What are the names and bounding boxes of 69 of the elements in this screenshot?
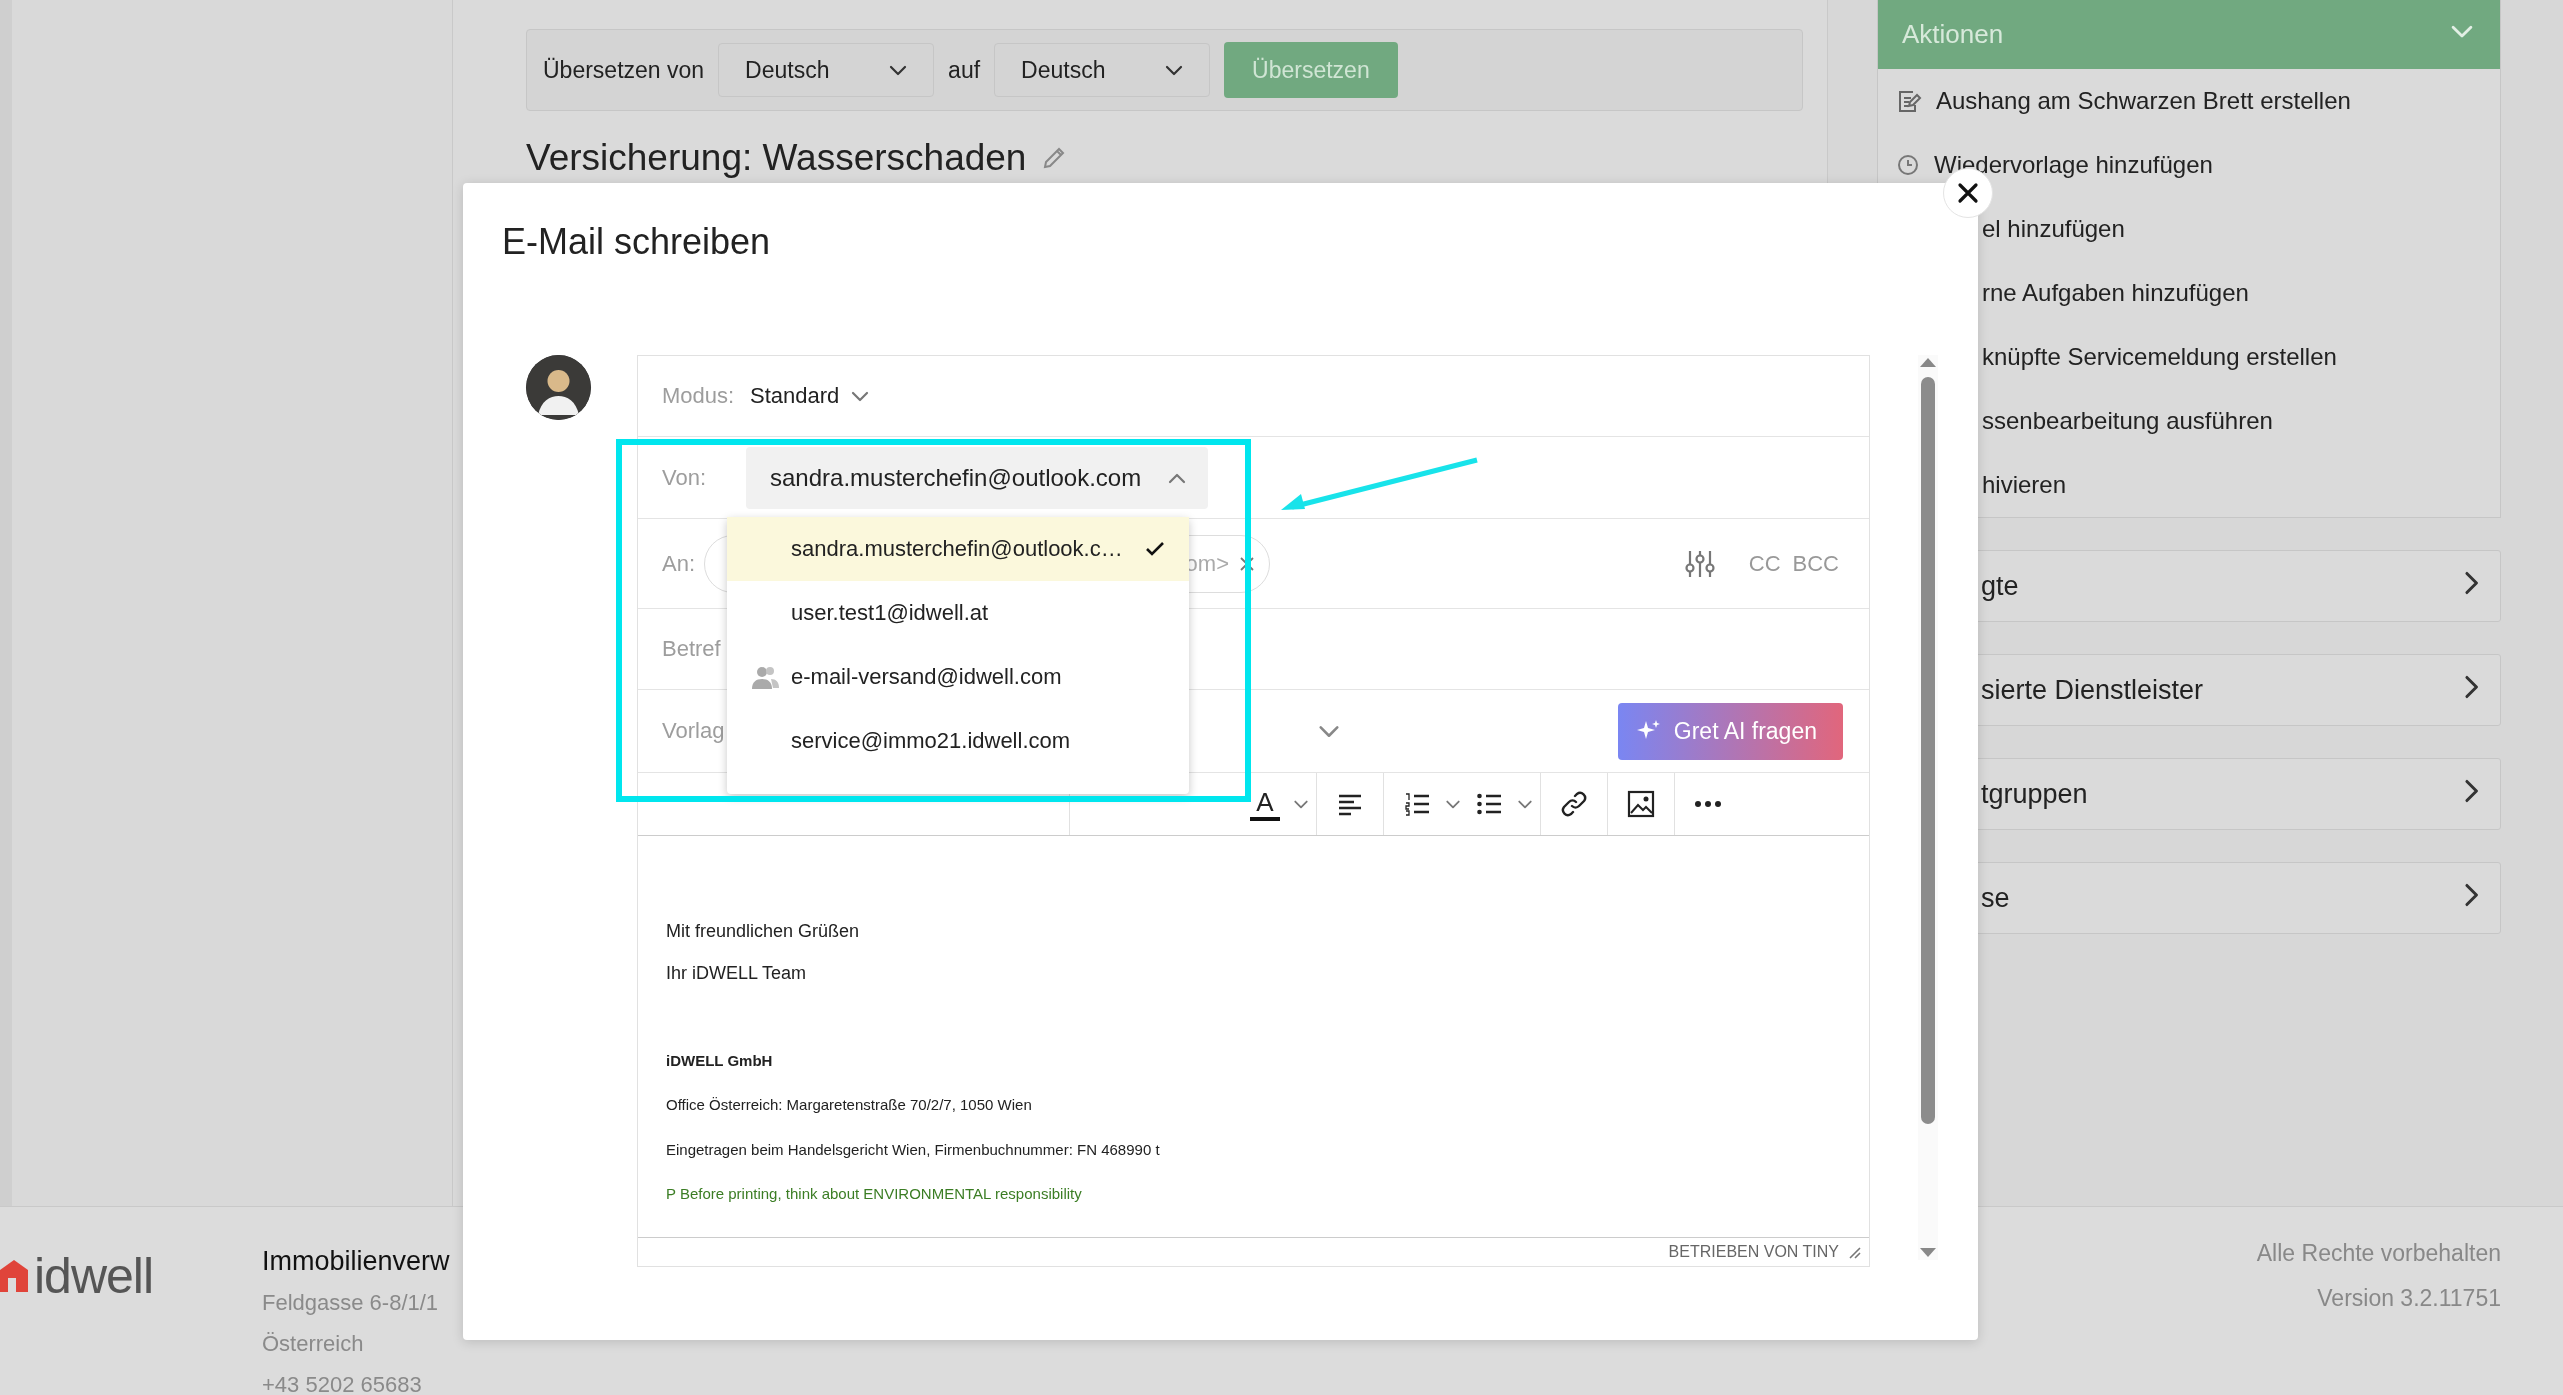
rights-text: Alle Rechte vorbehalten <box>2256 1240 2501 1267</box>
field-label: Von: <box>662 464 708 491</box>
sender-option[interactable]: sandra.musterchefin@outlook.c… <box>727 517 1189 581</box>
section-title: sierte Dienstleister <box>1981 674 2204 706</box>
field-label: Betref <box>662 636 722 662</box>
numbered-list-icon <box>1404 792 1430 816</box>
version-text: Version 3.2.11751 <box>2317 1285 2501 1312</box>
remove-icon[interactable] <box>1239 555 1255 572</box>
format-button[interactable]: A <box>1250 787 1280 821</box>
section-title: gte <box>1981 570 2019 602</box>
close-icon <box>1956 181 1980 205</box>
action-label: Aushang am Schwarzen Brett erstellen <box>1936 87 2351 115</box>
option-label: service@immo21.idwell.com <box>791 728 1071 754</box>
body-text: iDWELL GmbH <box>666 1051 774 1071</box>
body-text: P Before printing, think about ENVIRONMENTAL responsibility <box>666 1184 1083 1204</box>
option-label: user.test1@idwell.at <box>791 600 989 626</box>
action-label: rne Aufgaben hinzufügen <box>1982 279 2249 307</box>
image-icon <box>1627 790 1655 818</box>
action-item[interactable]: Aushang am Schwarzen Brett erstellen <box>1878 69 2500 133</box>
sender-select[interactable]: sandra.musterchefin@outlook.com <box>746 446 1208 509</box>
body-text: Office Österreich: Margaretenstraße 70/2/7, 1050 Wien <box>666 1095 1033 1115</box>
address-line: Feldgasse 6-8/1/1 <box>262 1289 439 1317</box>
action-label: ssenbearbeitung ausführen <box>1982 407 2273 435</box>
language-select[interactable]: Deutsch <box>718 43 935 97</box>
more-icon <box>1694 800 1722 808</box>
action-label: Wiedervorlage hinzufügen <box>1934 151 2213 179</box>
scrollbar[interactable] <box>1918 355 1938 1260</box>
section-title: tgruppen <box>1981 778 2088 810</box>
connector-label: auf <box>948 56 981 84</box>
sender-option[interactable]: e-mail-versand@idwell.com <box>727 645 1189 709</box>
action-label: hivieren <box>1982 471 2067 499</box>
sender-option[interactable]: service@immo21.idwell.com <box>727 709 1189 773</box>
option-label: sandra.musterchefin@outlook.c… <box>791 536 1123 562</box>
field-label: Modus: <box>662 383 730 409</box>
avatar <box>526 355 591 420</box>
language-value: Deutsch <box>745 56 830 84</box>
align-left-icon <box>1337 792 1363 816</box>
resize-grip-icon[interactable] <box>1847 1245 1861 1259</box>
address-line: +43 5202 65683 <box>262 1371 422 1395</box>
bullet-list-icon <box>1476 792 1502 816</box>
field-label: Vorlag <box>662 718 726 744</box>
translate-label: Übersetzen von <box>543 56 705 84</box>
editor-credit[interactable]: BETRIEBEN VON TINY <box>1668 1243 1839 1261</box>
note-edit-icon <box>1896 88 1922 114</box>
check-icon <box>1145 541 1165 557</box>
mode-select[interactable]: Standard <box>750 383 872 409</box>
section-title: se <box>1981 882 2010 914</box>
language-select[interactable]: Deutsch <box>994 43 1211 97</box>
body-text: Mit freundlichen Grüßen <box>666 920 861 943</box>
action-item[interactable]: Wiedervorlage hinzufügen <box>1878 133 2500 197</box>
address-line: Österreich <box>262 1330 364 1358</box>
page-title: Versicherung: Wasserschaden <box>526 137 1027 179</box>
body-text: Ihr iDWELL Team <box>666 962 808 985</box>
dialog-title: E-Mail schreiben <box>502 221 771 263</box>
body-text: Eingetragen beim Handelsgericht Wien, Firmenbuchnummer: FN 468990 t <box>666 1140 1161 1160</box>
scroll-thumb[interactable] <box>1921 377 1935 1124</box>
language-value: Deutsch <box>1021 56 1106 84</box>
clock-icon <box>1896 153 1920 177</box>
people-icon <box>751 664 779 690</box>
action-label: el hinzufügen <box>1982 215 2125 243</box>
link-icon <box>1560 790 1588 818</box>
sender-option[interactable]: user.test1@idwell.at <box>727 581 1189 645</box>
action-label: knüpfte Servicemeldung erstellen <box>1982 343 2337 371</box>
mode-value: Standard <box>750 383 840 409</box>
option-label: e-mail-versand@idwell.com <box>791 664 1062 690</box>
actions-title: Aktionen <box>1902 19 2004 50</box>
field-label: An: <box>662 550 697 577</box>
brand-logo: idwell <box>34 1247 154 1305</box>
address-line: Immobilienverw <box>262 1245 450 1278</box>
